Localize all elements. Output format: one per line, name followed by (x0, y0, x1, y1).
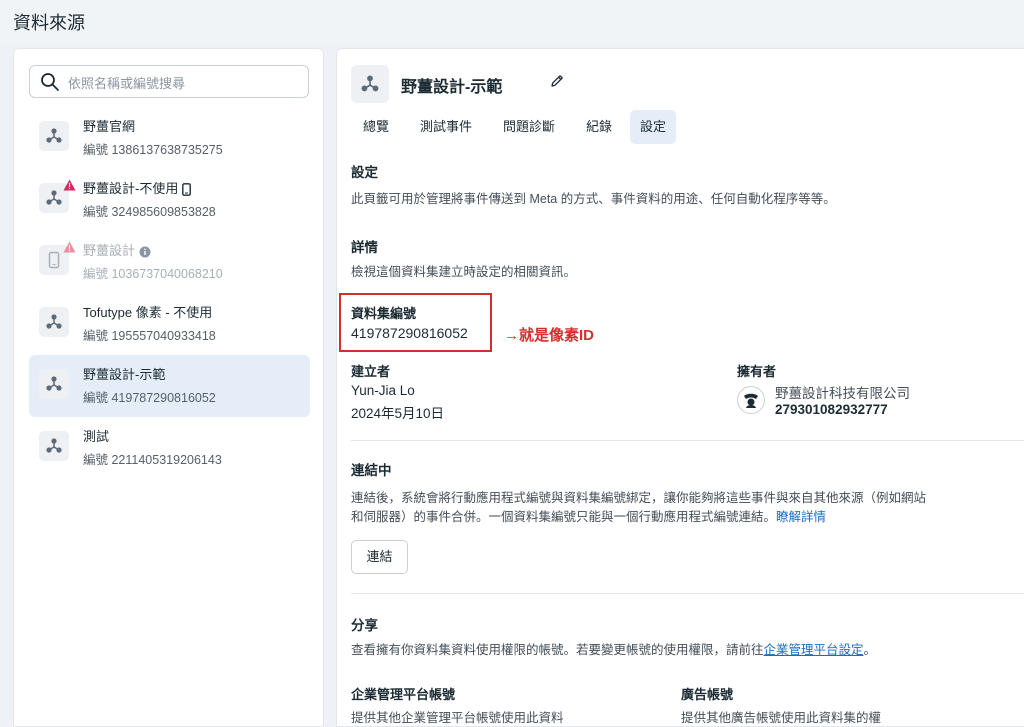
owner-label: 擁有者 (737, 364, 777, 379)
share-description: 查看擁有你資料集資料使用權限的帳號。若要變更帳號的使用權限，請前往企業管理平台設… (351, 639, 876, 658)
search-input[interactable] (66, 70, 305, 96)
section-divider (351, 593, 1024, 594)
mobile-icon (182, 183, 192, 196)
owner-id: 279301082932777 (775, 402, 888, 417)
share-description-text: 查看擁有你資料集資料使用權限的帳號。若要變更帳號的使用權限，請前往 (351, 643, 764, 657)
source-name: 野薑官網 (83, 119, 136, 134)
data-source-list-panel: 野薑官網 編號 1386137638735275 野薑設計-不使用 編號 324… (13, 48, 324, 727)
connect-description-text: 和伺服器）的事件合併。一個資料集編號只能與一個行動應用程式編號連結。 (351, 510, 777, 524)
top-bar: 資料來源 (0, 0, 1024, 45)
section-divider (351, 440, 1024, 441)
source-id: 編號 2211405319206143 (83, 453, 222, 467)
connect-heading: 連結中 (351, 463, 392, 478)
business-accounts-heading: 企業管理平台帳號 (351, 687, 456, 702)
source-item[interactable]: 野薑設計-不使用 編號 324985609853828 (29, 169, 310, 231)
source-item[interactable]: 測試 編號 2211405319206143 (29, 417, 310, 479)
tab-settings[interactable]: 設定 (630, 110, 677, 144)
dataset-icon (39, 307, 69, 337)
source-item[interactable]: 野薑官網 編號 1386137638735275 (29, 107, 310, 169)
warning-icon (63, 241, 76, 253)
details-description: 檢視這個資料集建立時設定的相關資訊。 (351, 265, 577, 279)
dataset-title: 野薑設計-示範 (401, 79, 503, 96)
info-icon (139, 246, 151, 258)
business-settings-link[interactable]: 企業管理平台設定 (764, 643, 864, 657)
source-name: 野薑設計-不使用 (83, 178, 192, 197)
ad-accounts-heading: 廣告帳號 (681, 687, 734, 702)
owner-name: 野薑設計科技有限公司 (775, 386, 910, 401)
source-name: 野薑設計 (83, 240, 151, 259)
source-name: Tofutype 像素 - 不使用 (83, 305, 213, 320)
dataset-icon (351, 65, 389, 103)
dataset-id-value: 419787290816052 (351, 325, 468, 341)
creator-name: Yun-Jia Lo (351, 383, 415, 398)
tab-overview[interactable]: 總覽 (353, 110, 399, 144)
ad-accounts-description: 提供其他廣告帳號使用此資料集的權 (681, 711, 882, 725)
source-list: 野薑官網 編號 1386137638735275 野薑設計-不使用 編號 324… (29, 107, 310, 479)
tab-test-events[interactable]: 測試事件 (410, 110, 482, 144)
source-id: 編號 1386137638735275 (83, 143, 223, 157)
warning-icon (63, 179, 76, 191)
pixel-id-annotation: →就是像素ID (504, 327, 595, 344)
tab-diagnostics[interactable]: 問題診斷 (493, 110, 565, 144)
source-id: 編號 195557040933418 (83, 329, 216, 343)
settings-description: 此頁籤可用於管理將事件傳送到 Meta 的方式、事件資料的用途、任何自動化程序等… (351, 192, 836, 206)
pencil-icon[interactable] (549, 73, 565, 89)
creator-label: 建立者 (351, 364, 391, 379)
source-name-text: 野薑設計-不使用 (83, 181, 179, 196)
source-item[interactable]: Tofutype 像素 - 不使用 編號 195557040933418 (29, 293, 310, 355)
settings-heading: 設定 (351, 165, 378, 180)
dataset-id-label: 資料集編號 (351, 306, 417, 321)
search-box[interactable] (29, 65, 309, 98)
highlight-box (339, 293, 492, 352)
dataset-icon (39, 121, 69, 151)
connect-description-line1: 連結後，系統會將行動應用程式編號與資料集編號綁定，讓你能夠將這些事件與來自其他來… (351, 491, 927, 505)
details-heading: 詳情 (351, 240, 378, 255)
dataset-icon (39, 369, 69, 399)
created-date: 2024年5月10日 (351, 406, 445, 421)
source-name: 野薑設計-示範 (83, 367, 166, 382)
tab-activity[interactable]: 紀錄 (576, 110, 622, 144)
business-accounts-description: 提供其他企業管理平台帳號使用此資料 (351, 711, 564, 725)
source-id: 編號 1036737040068210 (83, 267, 223, 281)
share-heading: 分享 (351, 618, 378, 633)
source-id: 編號 419787290816052 (83, 391, 216, 405)
source-item-selected[interactable]: 野薑設計-示範 編號 419787290816052 (29, 355, 310, 417)
share-description-end: 。 (863, 643, 877, 657)
learn-more-link[interactable]: 瞭解詳情 (776, 510, 826, 524)
page-title: 資料來源 (13, 13, 85, 33)
source-name-text: 野薑設計 (83, 243, 136, 258)
connect-description-line2: 和伺服器）的事件合併。一個資料集編號只能與一個行動應用程式編號連結。瞭解詳情 (351, 506, 826, 525)
source-name: 測試 (83, 429, 110, 444)
search-icon (41, 73, 59, 91)
dataset-icon (39, 431, 69, 461)
owner-avatar (737, 386, 765, 414)
source-id: 編號 324985609853828 (83, 205, 216, 219)
connect-button[interactable]: 連結 (351, 540, 408, 574)
dataset-detail-panel: 野薑設計-示範 總覽 測試事件 問題診斷 紀錄 設定 設定 此頁籤可用於管理將事… (336, 48, 1024, 727)
source-item[interactable]: 野薑設計 編號 1036737040068210 (29, 231, 310, 293)
